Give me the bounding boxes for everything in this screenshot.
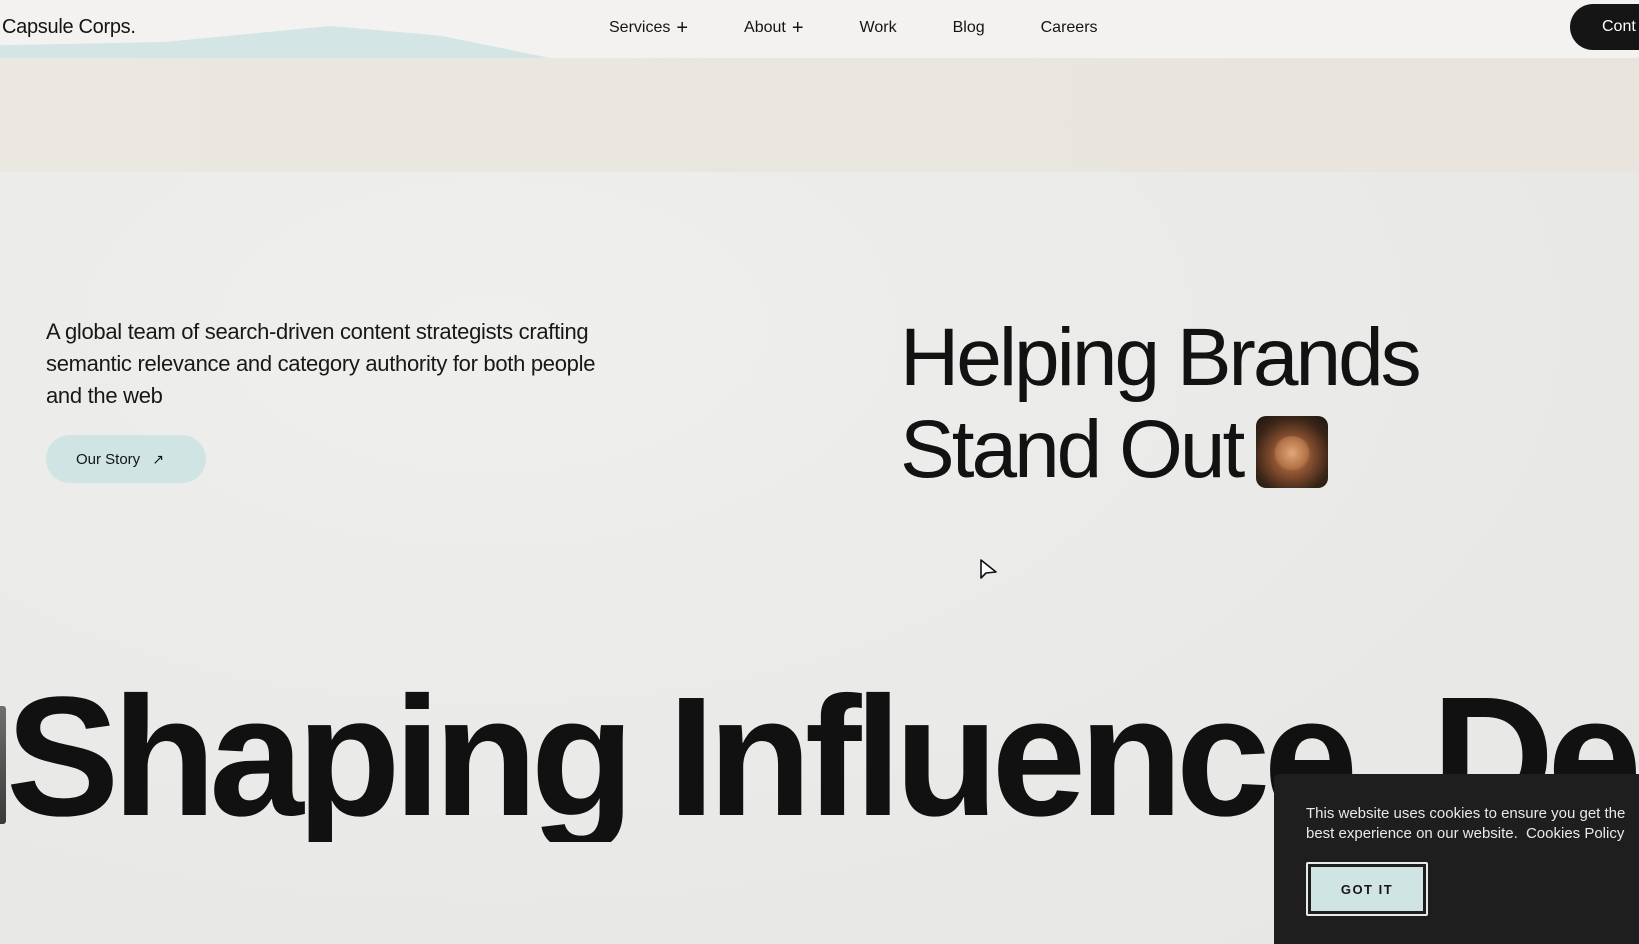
- nav-item-about[interactable]: About +: [744, 17, 804, 39]
- site-header: Capsule Corps. Services + About + Work B…: [0, 0, 1639, 58]
- contact-button[interactable]: Cont: [1570, 4, 1639, 50]
- plus-icon: +: [791, 17, 804, 39]
- hero-headline: Helping Brands Stand Out: [900, 312, 1422, 496]
- cookie-message: This website uses cookies to ensure you …: [1306, 804, 1639, 844]
- nav-item-label: Careers: [1040, 19, 1098, 36]
- headline-line-2: Stand Out: [900, 404, 1245, 495]
- nav-item-blog[interactable]: Blog: [953, 19, 985, 37]
- cookies-policy-link[interactable]: Cookies Policy: [1526, 825, 1624, 842]
- got-it-button[interactable]: GOT IT: [1306, 862, 1428, 916]
- arrow-up-right-icon: ↗: [152, 450, 164, 467]
- nav-item-label: Services: [609, 19, 671, 36]
- headline-line-1: Helping Brands: [900, 312, 1422, 403]
- nav-item-label: About: [744, 19, 786, 36]
- nav-item-label: Work: [859, 19, 897, 36]
- nav-item-services[interactable]: Services +: [609, 17, 689, 39]
- nav-item-label: Blog: [952, 19, 985, 36]
- mouse-cursor-icon: [980, 559, 997, 579]
- headline-line-2-row: Stand Out: [900, 404, 1419, 496]
- got-it-label: GOT IT: [1311, 867, 1423, 911]
- main-nav: Services + About + Work Blog Careers: [609, 0, 1154, 56]
- plus-icon: +: [676, 17, 689, 39]
- nav-item-careers[interactable]: Careers: [1041, 19, 1098, 37]
- our-story-button[interactable]: Our Story ↗: [46, 435, 206, 483]
- hero-intro-text: A global team of search-driven content s…: [46, 319, 596, 408]
- nav-item-work[interactable]: Work: [860, 19, 897, 37]
- cookie-banner: This website uses cookies to ensure you …: [1274, 774, 1639, 944]
- team-hands-thumbnail: [1256, 416, 1329, 488]
- our-story-label: Our Story: [76, 450, 141, 468]
- hero-top-band: [0, 58, 1639, 172]
- site-logo[interactable]: Capsule Corps.: [2, 16, 136, 39]
